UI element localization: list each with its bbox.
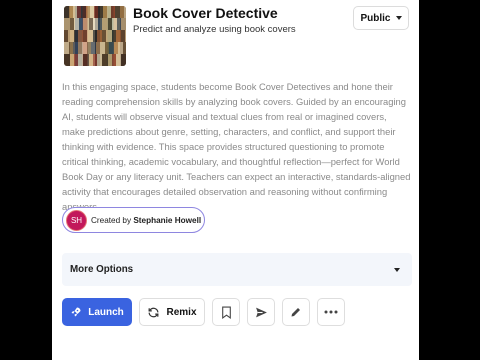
remix-button[interactable]: Remix	[139, 298, 205, 326]
more-icon	[324, 310, 338, 314]
more-actions-button[interactable]	[317, 298, 345, 326]
remix-label: Remix	[166, 306, 197, 318]
creator-prefix: Created by	[91, 215, 132, 225]
rocket-icon	[71, 307, 81, 317]
share-button[interactable]	[247, 298, 275, 326]
creator-chip[interactable]: SH Created by Stephanie Howell	[62, 207, 205, 233]
space-subtitle: Predict and analyze using book covers	[133, 24, 296, 35]
bookmark-button[interactable]	[212, 298, 240, 326]
creator-text: Created by Stephanie Howell	[91, 216, 201, 225]
caret-down-icon	[394, 267, 400, 272]
more-options-toggle[interactable]: More Options	[62, 253, 412, 286]
space-description: In this engaging space, students become …	[62, 81, 411, 212]
remix-icon	[149, 307, 159, 317]
action-bar: Launch Remix	[62, 298, 345, 326]
creator-name: Stephanie Howell	[133, 215, 202, 225]
bookmark-icon	[221, 306, 231, 319]
send-icon	[255, 307, 267, 317]
avatar: SH	[66, 209, 87, 231]
launch-label: Launch	[88, 306, 124, 318]
more-options-label: More Options	[70, 264, 134, 275]
visibility-dropdown[interactable]: Public	[353, 6, 409, 30]
caret-down-icon	[395, 16, 402, 20]
pencil-icon	[291, 308, 300, 317]
launch-button[interactable]: Launch	[62, 298, 132, 326]
cover-thumbnail	[64, 6, 126, 66]
edit-button[interactable]	[282, 298, 310, 326]
space-title: Book Cover Detective	[133, 5, 278, 21]
visibility-label: Public	[360, 12, 391, 24]
space-panel: Book Cover Detective Predict and analyze…	[52, 0, 419, 360]
